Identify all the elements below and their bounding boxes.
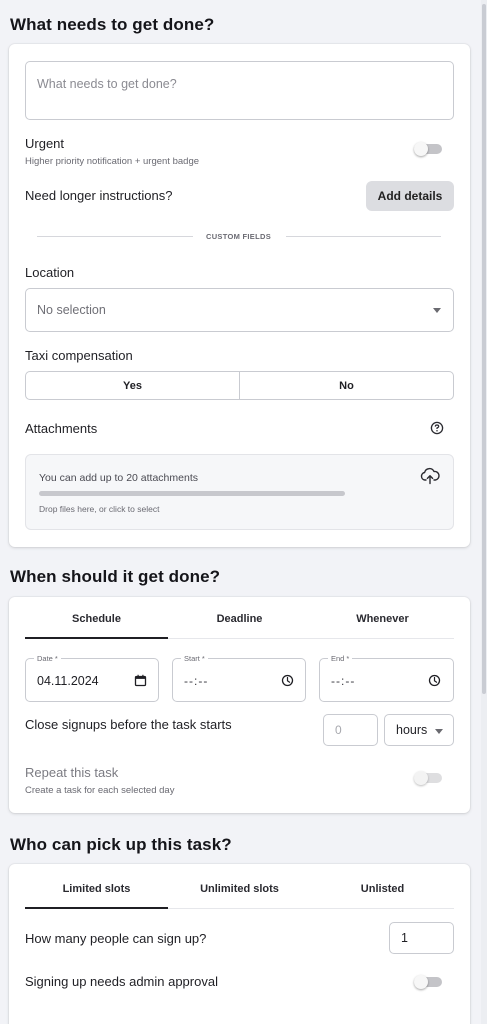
tab-schedule[interactable]: Schedule	[25, 613, 168, 625]
clock-icon[interactable]	[281, 674, 294, 687]
page-scrollbar[interactable]	[481, 0, 487, 1024]
urgent-label: Urgent	[25, 136, 65, 151]
slots-label: How many people can sign up?	[25, 931, 207, 946]
task-card: What needs to get done? Urgent Higher pr…	[9, 44, 470, 547]
date-field[interactable]: Date * 04.11.2024	[25, 654, 159, 702]
slots-input[interactable]: 1	[389, 922, 454, 954]
question-circle-icon[interactable]	[430, 421, 444, 435]
tab-unlisted[interactable]: Unlisted	[311, 883, 454, 895]
location-selected-value: No selection	[37, 303, 106, 317]
attachments-label: Attachments	[25, 421, 98, 436]
caret-down-icon	[435, 729, 443, 734]
location-select[interactable]: No selection	[25, 288, 454, 332]
end-legend: End *	[328, 654, 353, 663]
task-title-input[interactable]: What needs to get done?	[25, 61, 454, 120]
date-legend: Date *	[34, 654, 61, 663]
taxi-segmented-control: Yes No	[25, 371, 454, 400]
taxi-label: Taxi compensation	[25, 348, 133, 363]
close-signups-label: Close signups before the task starts	[25, 717, 232, 732]
dropzone-title: You can add up to 20 attachments	[39, 472, 198, 484]
divider-left	[37, 236, 193, 237]
start-value: --:--	[184, 674, 209, 688]
urgent-description: Higher priority notification + urgent ba…	[25, 156, 200, 167]
caret-down-icon	[433, 308, 441, 313]
tab-whenever[interactable]: Whenever	[311, 613, 454, 625]
close-signups-placeholder: 0	[335, 723, 342, 737]
approval-label: Signing up needs admin approval	[25, 974, 218, 989]
when-card: Schedule Deadline Whenever Date * 04.11.…	[9, 597, 470, 813]
close-signups-input[interactable]: 0	[323, 714, 378, 746]
when-section-title: When should it get done?	[10, 567, 221, 586]
location-label: Location	[25, 265, 75, 280]
repeat-label: Repeat this task	[25, 765, 119, 780]
tab-limited-slots[interactable]: Limited slots	[25, 883, 168, 895]
end-value: --:--	[331, 674, 356, 688]
dropzone-limit-bar	[39, 491, 345, 496]
attachments-dropzone[interactable]: You can add up to 20 attachments Drop fi…	[25, 454, 454, 530]
tab-active-indicator	[25, 637, 168, 639]
tab-active-indicator	[25, 907, 168, 909]
close-signups-unit-select[interactable]: hours	[384, 714, 454, 746]
approval-toggle[interactable]	[414, 975, 444, 989]
tab-deadline[interactable]: Deadline	[168, 613, 311, 625]
clock-icon[interactable]	[428, 674, 441, 687]
who-card: Limited slots Unlimited slots Unlisted H…	[9, 864, 470, 1024]
task-section-title: What needs to get done?	[10, 15, 215, 34]
tab-unlimited-slots[interactable]: Unlimited slots	[168, 883, 311, 895]
instructions-label: Need longer instructions?	[25, 188, 173, 203]
dropzone-hint: Drop files here, or click to select	[39, 504, 160, 514]
task-title-placeholder: What needs to get done?	[37, 77, 177, 91]
divider-right	[286, 236, 441, 237]
calendar-icon[interactable]	[134, 674, 147, 687]
page-scrollbar-thumb[interactable]	[482, 4, 486, 694]
cloud-upload-icon	[420, 467, 440, 485]
custom-fields-divider: CUSTOM FIELDS	[206, 232, 272, 241]
who-section-title: Who can pick up this task?	[10, 835, 232, 854]
start-legend: Start *	[181, 654, 208, 663]
repeat-description: Create a task for each selected day	[25, 785, 175, 796]
taxi-option-no[interactable]: No	[239, 372, 453, 399]
close-signups-unit: hours	[396, 723, 428, 737]
end-time-field[interactable]: End * --:--	[319, 654, 454, 702]
date-value: 04.11.2024	[37, 674, 99, 688]
start-time-field[interactable]: Start * --:--	[172, 654, 306, 702]
repeat-toggle[interactable]	[414, 771, 444, 785]
urgent-toggle[interactable]	[414, 142, 444, 156]
add-details-button[interactable]: Add details	[366, 181, 454, 211]
taxi-option-yes[interactable]: Yes	[26, 372, 239, 399]
slots-value: 1	[401, 931, 408, 945]
